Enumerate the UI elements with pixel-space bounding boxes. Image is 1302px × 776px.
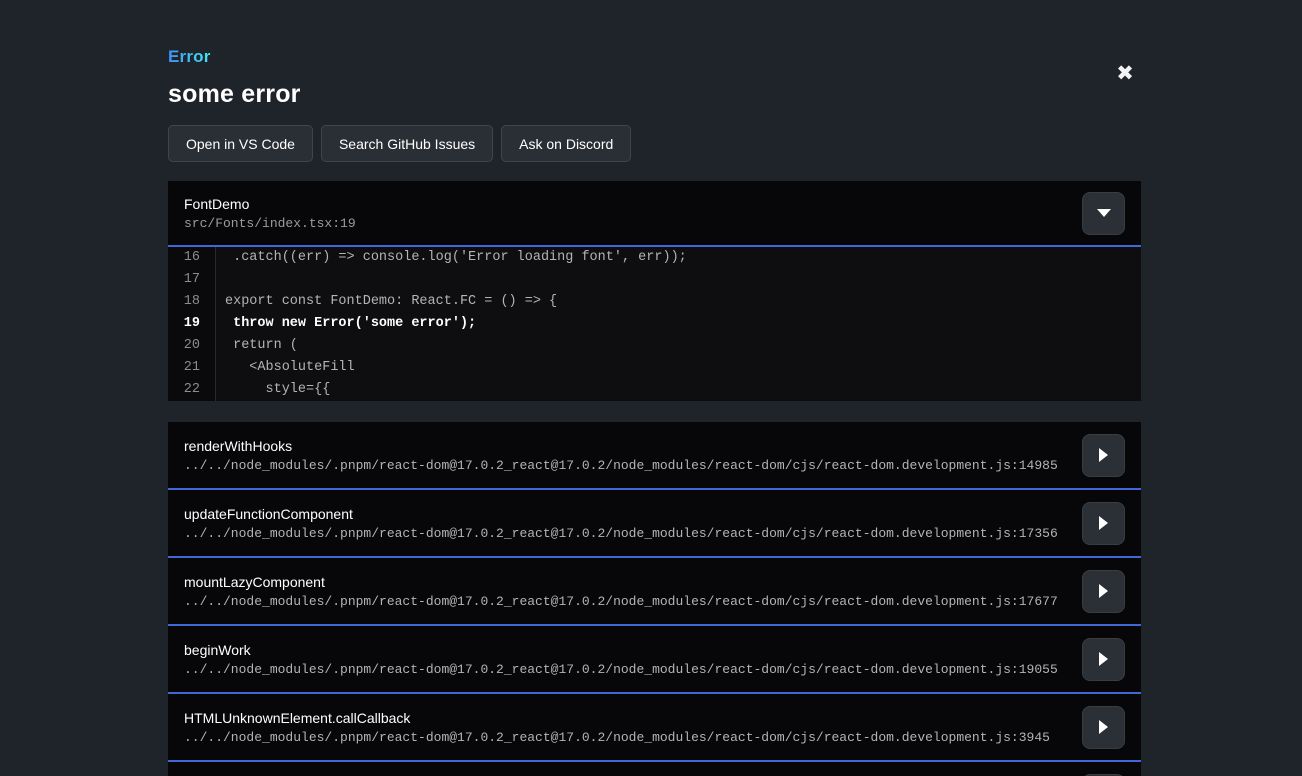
code-line: 16 .catch((err) => console.log('Error lo…	[168, 247, 1141, 269]
expand-frame-button[interactable]	[1082, 706, 1125, 749]
expand-frame-button[interactable]	[1082, 570, 1125, 613]
line-code: .catch((err) => console.log('Error loadi…	[216, 247, 687, 269]
stack-frame-titles: renderWithHooks ../../node_modules/.pnpm…	[184, 438, 1082, 473]
caret-right-icon	[1099, 652, 1108, 666]
line-number: 21	[168, 357, 216, 379]
error-type-label: Error	[168, 47, 211, 67]
line-code: style={{	[216, 379, 330, 401]
line-code: <AbsoluteFill	[216, 357, 355, 379]
close-button[interactable]: ✖	[1108, 57, 1142, 89]
action-button[interactable]: Open in VS Code	[168, 125, 313, 162]
code-line: 18 export const FontDemo: React.FC = () …	[168, 291, 1141, 313]
caret-down-icon	[1097, 209, 1111, 217]
line-number: 16	[168, 247, 216, 269]
stack-frame-function: beginWork	[184, 642, 1082, 658]
actions-row: Open in VS CodeSearch GitHub IssuesAsk o…	[168, 125, 1141, 162]
overlay-content: Error some error Open in VS CodeSearch G…	[168, 0, 1141, 776]
stack-frame-partial	[168, 762, 1141, 776]
stack-frame-location: ../../node_modules/.pnpm/react-dom@17.0.…	[184, 458, 1082, 473]
stack-frame: HTMLUnknownElement.callCallback ../../no…	[168, 694, 1141, 762]
caret-right-icon	[1099, 720, 1108, 734]
action-button[interactable]: Search GitHub Issues	[321, 125, 493, 162]
caret-right-icon	[1099, 584, 1108, 598]
line-code: throw new Error('some error');	[216, 313, 476, 335]
expand-frame-button[interactable]	[1082, 502, 1125, 545]
error-message: some error	[168, 80, 1141, 109]
stack-frame-titles: mountLazyComponent ../../node_modules/.p…	[184, 574, 1082, 609]
code-line: 21 <AbsoluteFill	[168, 357, 1141, 379]
stack-frame: mountLazyComponent ../../node_modules/.p…	[168, 558, 1141, 626]
line-code	[216, 269, 225, 291]
code-frame-titles: FontDemo src/Fonts/index.tsx:19	[184, 196, 1082, 231]
stack-frame-titles: updateFunctionComponent ../../node_modul…	[184, 506, 1082, 541]
code-line: 20 return (	[168, 335, 1141, 357]
caret-right-icon	[1099, 516, 1108, 530]
stack-frame-function: HTMLUnknownElement.callCallback	[184, 710, 1082, 726]
stack-frame: updateFunctionComponent ../../node_modul…	[168, 490, 1141, 558]
stack-frame-function: renderWithHooks	[184, 438, 1082, 454]
stack-frame-location: ../../node_modules/.pnpm/react-dom@17.0.…	[184, 662, 1082, 677]
code-frame-panel: FontDemo src/Fonts/index.tsx:19 16 .catc…	[168, 181, 1141, 401]
stack-frame-location: ../../node_modules/.pnpm/react-dom@17.0.…	[184, 730, 1082, 745]
code-line: 22 style={{	[168, 379, 1141, 401]
line-code: export const FontDemo: React.FC = () => …	[216, 291, 557, 313]
stack-frame-titles: beginWork ../../node_modules/.pnpm/react…	[184, 642, 1082, 677]
collapse-code-button[interactable]	[1082, 192, 1125, 235]
line-number: 22	[168, 379, 216, 401]
line-number: 17	[168, 269, 216, 291]
stack-frame: renderWithHooks ../../node_modules/.pnpm…	[168, 422, 1141, 490]
expand-frame-button[interactable]	[1082, 638, 1125, 681]
line-number: 19	[168, 313, 216, 335]
stack-trace: renderWithHooks ../../node_modules/.pnpm…	[168, 422, 1141, 776]
action-button[interactable]: Ask on Discord	[501, 125, 631, 162]
line-number: 20	[168, 335, 216, 357]
error-overlay: ✖ Error some error Open in VS CodeSearch…	[0, 0, 1302, 776]
code-line: 19 throw new Error('some error');	[168, 313, 1141, 335]
line-code: return (	[216, 335, 298, 357]
stack-frame-titles: HTMLUnknownElement.callCallback ../../no…	[184, 710, 1082, 745]
stack-frame: beginWork ../../node_modules/.pnpm/react…	[168, 626, 1141, 694]
line-number: 18	[168, 291, 216, 313]
stack-frame-function: updateFunctionComponent	[184, 506, 1082, 522]
stack-frame-function: mountLazyComponent	[184, 574, 1082, 590]
stack-frame-location: ../../node_modules/.pnpm/react-dom@17.0.…	[184, 594, 1082, 609]
caret-right-icon	[1099, 448, 1108, 462]
stack-frame-location: ../../node_modules/.pnpm/react-dom@17.0.…	[184, 526, 1082, 541]
code-block: 16 .catch((err) => console.log('Error lo…	[168, 247, 1141, 401]
code-frame-function-name: FontDemo	[184, 196, 1082, 212]
code-line: 17	[168, 269, 1141, 291]
code-frame-header: FontDemo src/Fonts/index.tsx:19	[168, 181, 1141, 247]
close-icon: ✖	[1116, 61, 1134, 85]
code-frame-location: src/Fonts/index.tsx:19	[184, 216, 1082, 231]
expand-frame-button[interactable]	[1082, 434, 1125, 477]
